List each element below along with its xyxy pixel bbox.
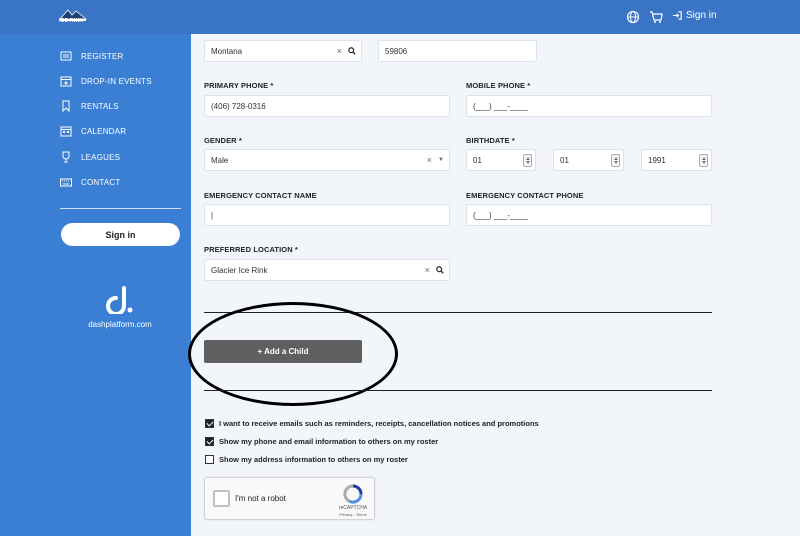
sidebar-item-drop-in-events[interactable]: DROP-IN EVENTS — [60, 73, 152, 89]
email-opt-in-row[interactable]: I want to receive emails such as reminde… — [205, 419, 539, 428]
sidebar-item-leagues[interactable]: LEAGUES — [60, 149, 120, 165]
preferred-location-value: Glacier Ice Rink — [211, 265, 268, 275]
birth-year-value: 1991 — [648, 155, 666, 165]
birth-year-field[interactable]: 1991 — [641, 149, 712, 171]
show-address-row[interactable]: Show my address information to others on… — [205, 455, 408, 464]
recaptcha-label: I'm not a robot — [235, 494, 286, 503]
sidebar-item-label: CONTACT — [81, 177, 121, 187]
gender-value: Male — [211, 155, 229, 165]
primary-phone-label: PRIMARY PHONE * — [204, 81, 274, 90]
search-icon[interactable] — [436, 266, 444, 274]
stepper-icon[interactable] — [611, 154, 620, 167]
sidebar-item-label: DROP-IN EVENTS — [81, 76, 152, 86]
emergency-name-label: EMERGENCY CONTACT NAME — [204, 191, 317, 200]
clear-icon[interactable]: × — [427, 155, 432, 165]
sidebar-item-label: REGISTER — [81, 51, 124, 61]
calendar-icon — [60, 126, 72, 137]
show-phone-email-row[interactable]: Show my phone and email information to o… — [205, 437, 438, 446]
mobile-phone-field[interactable]: (___) ___-____ — [466, 95, 712, 117]
gender-select[interactable]: Male × ▼ — [204, 149, 450, 171]
search-icon[interactable] — [348, 47, 356, 55]
gender-label: GENDER * — [204, 136, 242, 145]
sidebar-divider — [60, 208, 181, 209]
checkbox[interactable] — [205, 455, 214, 464]
sidebar-item-label: CALENDAR — [81, 126, 127, 136]
checkbox-label: Show my address information to others on… — [219, 455, 408, 464]
birth-month-value: 01 — [473, 155, 482, 165]
zip-value: 59806 — [385, 46, 408, 56]
emergency-name-field[interactable]: | — [204, 204, 450, 226]
preferred-location-field[interactable]: Glacier Ice Rink × — [204, 259, 450, 281]
sidebar-item-calendar[interactable]: CALENDAR — [60, 123, 126, 139]
sign-in-icon — [672, 11, 682, 20]
sidebar-item-label: RENTALS — [81, 101, 119, 111]
top-bar: ICE RINK Sign in — [0, 0, 800, 34]
checkbox-label: I want to receive emails such as reminde… — [219, 419, 539, 428]
cart-icon[interactable] — [648, 9, 664, 25]
clear-icon[interactable]: × — [425, 265, 430, 275]
mobile-phone-label: MOBILE PHONE * — [466, 81, 531, 90]
sidebar-item-label: LEAGUES — [81, 152, 121, 162]
register-icon — [60, 51, 72, 61]
emergency-name-cursor: | — [211, 210, 214, 220]
birth-day-value: 01 — [560, 155, 569, 165]
recaptcha-links[interactable]: Privacy - Terms — [333, 512, 373, 517]
mobile-phone-placeholder: (___) ___-____ — [473, 101, 528, 111]
divider — [204, 390, 712, 391]
calendar-plus-icon — [60, 76, 72, 87]
recaptcha-widget: I'm not a robot reCAPTCHA Privacy - Term… — [204, 477, 375, 520]
primary-phone-field[interactable]: (406) 728-0316 — [204, 95, 450, 117]
chevron-down-icon[interactable]: ▼ — [438, 157, 444, 163]
sidebar-item-rentals[interactable]: RENTALS — [60, 98, 119, 114]
state-value: Montana — [211, 46, 243, 56]
checkbox[interactable] — [205, 437, 214, 446]
stepper-icon[interactable] — [523, 154, 532, 167]
sidebar: REGISTER DROP-IN EVENTS RENTALS CALENDAR… — [0, 34, 191, 536]
logo-text: ICE RINK — [59, 18, 84, 24]
birth-month-field[interactable]: 01 — [466, 149, 536, 171]
preferred-location-label: PREFERRED LOCATION * — [204, 245, 298, 254]
recaptcha-icon — [343, 484, 363, 504]
sidebar-item-register[interactable]: REGISTER — [60, 48, 124, 64]
sidebar-sign-in-button[interactable]: Sign in — [61, 223, 180, 246]
state-field[interactable]: Montana × — [204, 40, 362, 62]
emergency-phone-placeholder: (___) ___-____ — [473, 210, 528, 220]
sidebar-item-contact[interactable]: CONTACT — [60, 174, 120, 190]
birthdate-label: BIRTHDATE * — [466, 136, 515, 145]
clear-icon[interactable]: × — [337, 46, 342, 56]
recaptcha-checkbox[interactable] — [213, 490, 230, 507]
recaptcha-brand: reCAPTCHA — [338, 505, 368, 511]
primary-phone-value: (406) 728-0316 — [211, 101, 266, 111]
platform-link[interactable]: dashplatform.com — [60, 320, 180, 329]
trophy-icon — [62, 151, 70, 163]
globe-icon[interactable] — [625, 9, 641, 25]
emergency-phone-label: EMERGENCY CONTACT PHONE — [466, 191, 584, 200]
dash-logo-icon[interactable] — [104, 286, 134, 314]
bookmark-icon — [62, 100, 70, 112]
birth-day-field[interactable]: 01 — [553, 149, 624, 171]
stepper-icon[interactable] — [699, 154, 708, 167]
emergency-phone-field[interactable]: (___) ___-____ — [466, 204, 712, 226]
keyboard-icon — [60, 178, 72, 187]
top-sign-in-label: Sign in — [686, 10, 717, 21]
zip-field[interactable]: 59806 — [378, 40, 537, 62]
checkbox-label: Show my phone and email information to o… — [219, 437, 439, 446]
top-sign-in-link[interactable]: Sign in — [672, 10, 717, 21]
checkbox[interactable] — [205, 419, 214, 428]
